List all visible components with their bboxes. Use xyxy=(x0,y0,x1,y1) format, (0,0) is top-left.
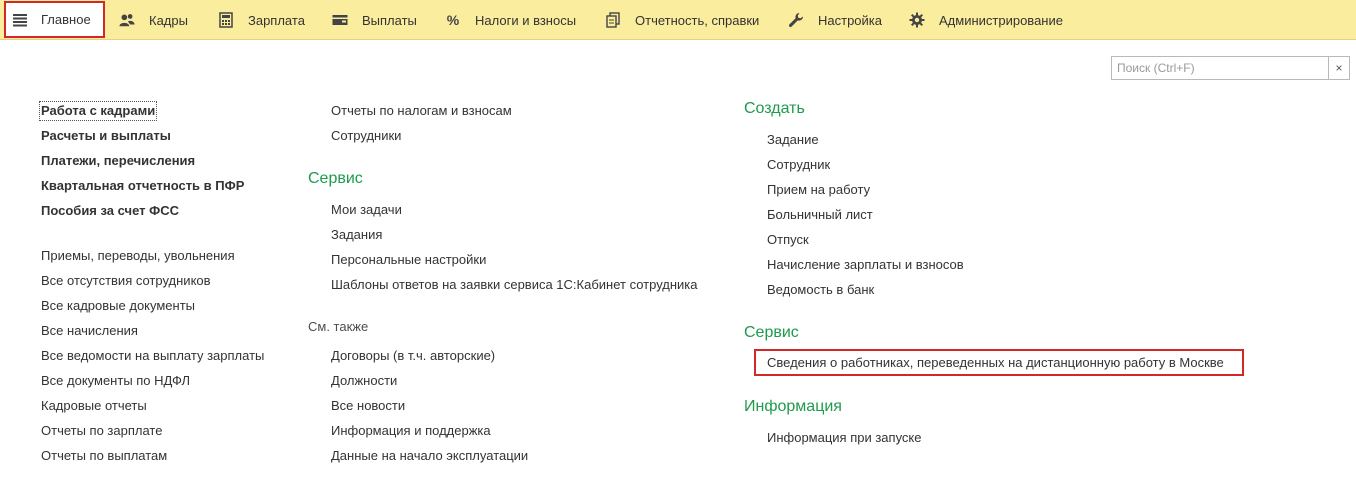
documents-icon xyxy=(605,12,621,28)
link-create-bank-statement[interactable]: Ведомость в банк xyxy=(767,282,874,298)
link-tasks[interactable]: Задания xyxy=(331,227,382,243)
link-payments-transfers[interactable]: Платежи, перечисления xyxy=(41,153,195,169)
link-contracts[interactable]: Договоры (в т.ч. авторские) xyxy=(331,348,495,364)
service-header: Сервис xyxy=(308,170,363,187)
link-employees[interactable]: Сотрудники xyxy=(331,128,401,144)
search-box: × xyxy=(1111,56,1350,80)
sections-panel: Главное Кадры Зарплата Выплаты % Налоги … xyxy=(0,0,1356,40)
percent-icon: % xyxy=(446,12,460,28)
section-reports[interactable]: Отчетность, справки xyxy=(605,0,759,40)
section-label: Кадры xyxy=(149,12,188,28)
wallet-icon xyxy=(332,12,348,28)
link-calc-payments[interactable]: Расчеты и выплаты xyxy=(41,128,171,144)
link-create-task[interactable]: Задание xyxy=(767,132,819,148)
link-quarterly-pfr[interactable]: Квартальная отчетность в ПФР xyxy=(41,178,244,194)
hamburger-menu-icon xyxy=(12,12,28,28)
link-all-payroll-statements[interactable]: Все ведомости на выплату зарплаты xyxy=(41,348,264,364)
link-startup-info[interactable]: Информация при запуске xyxy=(767,430,922,446)
section-main[interactable]: Главное xyxy=(4,1,105,38)
link-create-vacation[interactable]: Отпуск xyxy=(767,232,809,248)
service-header-2: Сервис xyxy=(744,324,799,341)
gear-icon xyxy=(909,12,925,28)
link-remote-workers-moscow[interactable]: Сведения о работниках, переведенных на д… xyxy=(767,355,1224,371)
search-input[interactable] xyxy=(1112,57,1329,79)
section-personnel[interactable]: Кадры xyxy=(119,0,188,40)
info-header: Информация xyxy=(744,398,842,415)
link-fss-benefits[interactable]: Пособия за счет ФСС xyxy=(41,203,179,219)
link-info-support[interactable]: Информация и поддержка xyxy=(331,423,491,439)
clear-search-button[interactable]: × xyxy=(1328,57,1349,79)
link-hr-reports[interactable]: Кадровые отчеты xyxy=(41,398,147,414)
link-create-sick-leave[interactable]: Больничный лист xyxy=(767,207,873,223)
section-salary[interactable]: Зарплата xyxy=(218,0,305,40)
wrench-icon xyxy=(788,12,804,28)
link-response-templates[interactable]: Шаблоны ответов на заявки сервиса 1С:Каб… xyxy=(331,277,698,293)
section-payments[interactable]: Выплаты xyxy=(332,0,417,40)
link-salary-reports[interactable]: Отчеты по зарплате xyxy=(41,423,162,439)
section-taxes[interactable]: % Налоги и взносы xyxy=(445,0,576,40)
link-all-accruals[interactable]: Все начисления xyxy=(41,323,138,339)
link-all-absences[interactable]: Все отсутствия сотрудников xyxy=(41,273,211,289)
link-create-payroll[interactable]: Начисление зарплаты и взносов xyxy=(767,257,964,273)
section-label: Администрирование xyxy=(939,12,1063,28)
calculator-icon xyxy=(218,12,234,28)
section-label: Зарплата xyxy=(248,12,305,28)
link-all-hr-documents[interactable]: Все кадровые документы xyxy=(41,298,195,314)
link-payment-reports[interactable]: Отчеты по выплатам xyxy=(41,448,167,464)
link-all-ndfl-documents[interactable]: Все документы по НДФЛ xyxy=(41,373,190,389)
link-my-tasks[interactable]: Мои задачи xyxy=(331,202,402,218)
link-initial-data[interactable]: Данные на начало эксплуатации xyxy=(331,448,528,464)
section-label: Налоги и взносы xyxy=(475,12,577,28)
link-create-employee[interactable]: Сотрудник xyxy=(767,157,830,173)
see-also-header: См. также xyxy=(308,319,369,334)
link-create-hire[interactable]: Прием на работу xyxy=(767,182,870,198)
section-administration[interactable]: Администрирование xyxy=(909,0,1063,40)
section-label: Отчетность, справки xyxy=(635,12,760,28)
create-header: Создать xyxy=(744,100,805,117)
section-label: Настройка xyxy=(818,12,882,28)
link-personal-settings[interactable]: Персональные настройки xyxy=(331,252,486,268)
section-label: Главное xyxy=(41,12,91,27)
link-personnel-work[interactable]: Работа с кадрами xyxy=(38,101,158,121)
section-label: Выплаты xyxy=(362,12,417,28)
link-tax-reports[interactable]: Отчеты по налогам и взносам xyxy=(331,103,512,119)
section-settings[interactable]: Настройка xyxy=(788,0,882,40)
link-all-news[interactable]: Все новости xyxy=(331,398,405,414)
link-hires-transfers[interactable]: Приемы, переводы, увольнения xyxy=(41,248,235,264)
link-positions[interactable]: Должности xyxy=(331,373,397,389)
people-icon xyxy=(119,12,135,28)
